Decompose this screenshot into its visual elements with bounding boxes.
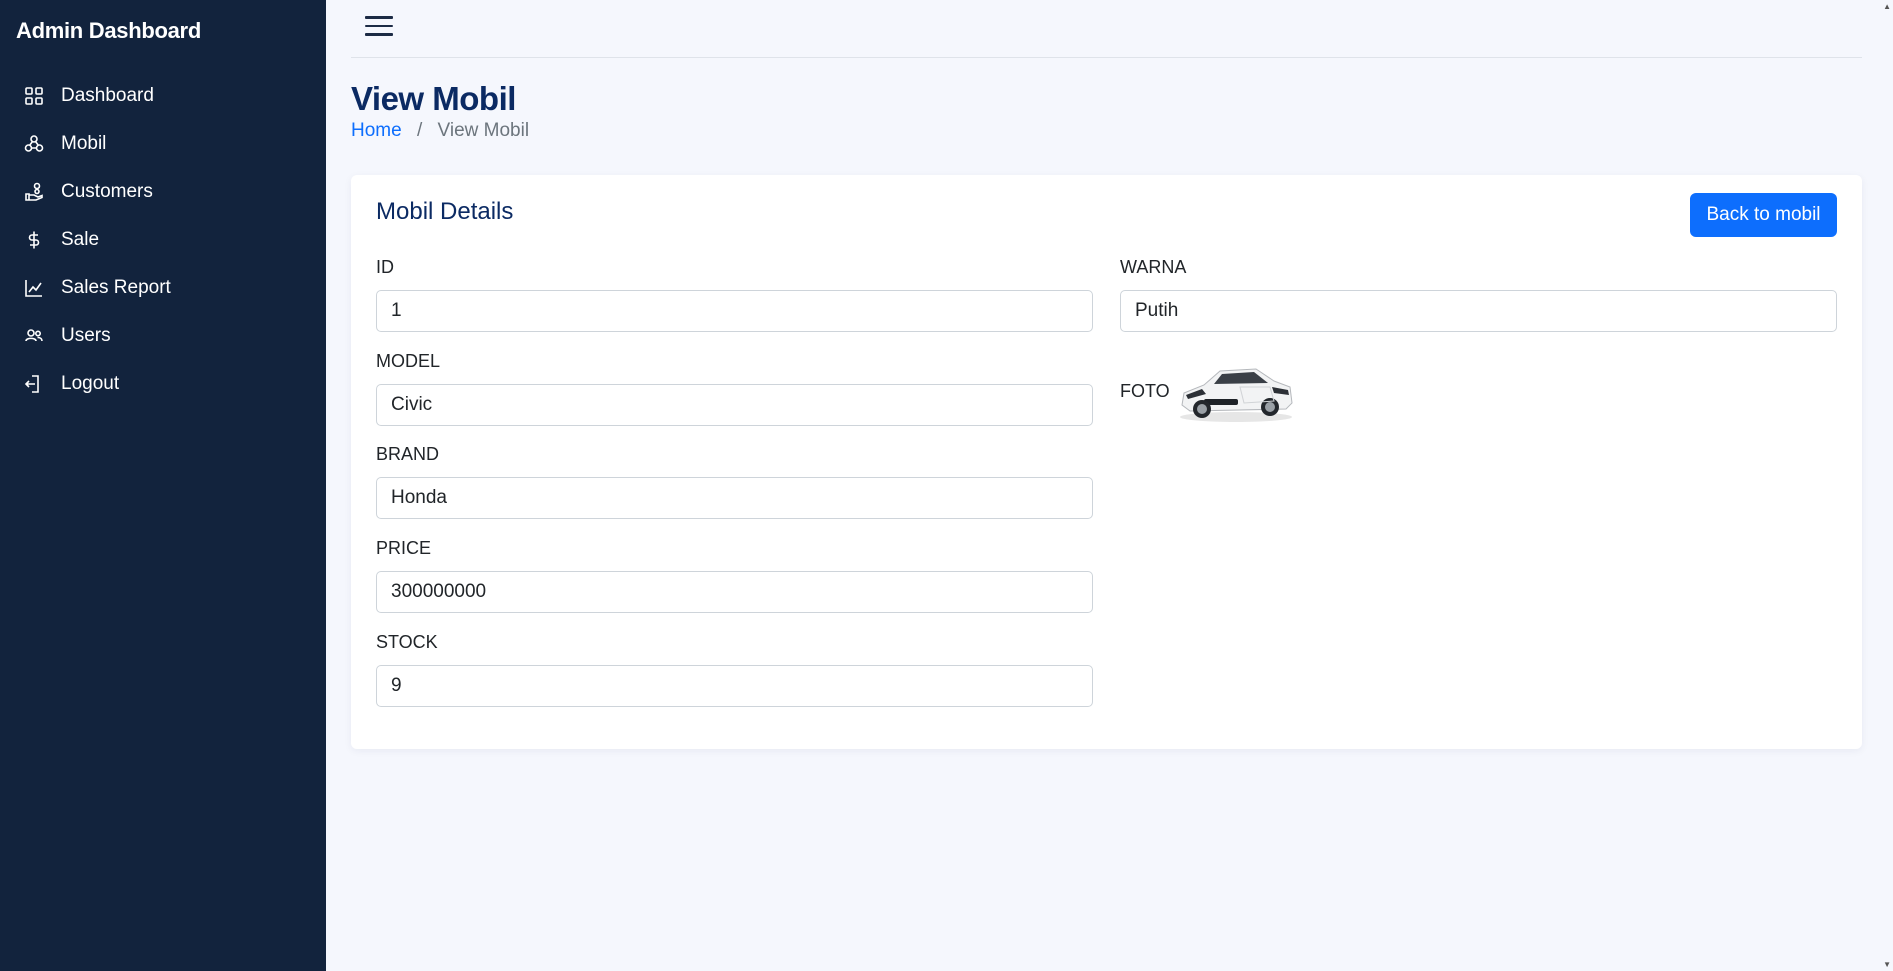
model-label: MODEL <box>376 351 441 371</box>
stock-label: STOCK <box>376 632 438 652</box>
price-field[interactable] <box>376 571 1093 613</box>
card-title: Mobil Details <box>376 198 514 225</box>
sidebar-item-mobil[interactable]: Mobil <box>0 120 326 168</box>
sidebar: Admin Dashboard Dashboard Mobil Customer… <box>0 0 326 971</box>
id-field[interactable] <box>376 290 1093 332</box>
sidebar-item-customers[interactable]: Customers <box>0 168 326 216</box>
brand-label: BRAND <box>376 444 440 464</box>
model-field[interactable] <box>376 384 1093 426</box>
id-label: ID <box>376 257 394 277</box>
topbar <box>351 0 1862 58</box>
sidebar-item-label: Users <box>61 325 111 346</box>
logout-icon <box>24 374 44 394</box>
breadcrumb-current: View Mobil <box>437 120 530 141</box>
sidebar-nav: Dashboard Mobil Customers Sale Sales Rep… <box>0 72 326 408</box>
breadcrumb-home-link[interactable]: Home <box>351 120 402 141</box>
back-to-mobil-button[interactable]: Back to mobil <box>1690 193 1837 237</box>
stock-field[interactable] <box>376 665 1093 707</box>
dollar-icon <box>24 230 44 250</box>
car-photo <box>1173 347 1298 435</box>
sidebar-item-label: Sale <box>61 229 100 250</box>
foto-label: FOTO <box>1120 380 1170 401</box>
scrollbar-up-arrow[interactable]: ▲ <box>1883 2 1891 11</box>
warna-label: WARNA <box>1120 257 1187 277</box>
sidebar-item-dashboard[interactable]: Dashboard <box>0 72 326 120</box>
sidebar-item-sales-report[interactable]: Sales Report <box>0 264 326 312</box>
sidebar-item-label: Dashboard <box>61 85 154 106</box>
sidebar-item-label: Sales Report <box>61 277 171 298</box>
breadcrumb: Home / View Mobil <box>351 120 529 142</box>
price-label: PRICE <box>376 538 432 558</box>
page-title: View Mobil <box>351 80 516 117</box>
grid-icon <box>24 86 44 106</box>
sidebar-item-sale[interactable]: Sale <box>0 216 326 264</box>
brand-field[interactable] <box>376 477 1093 519</box>
users-icon <box>24 326 44 346</box>
warna-field[interactable] <box>1120 290 1837 332</box>
sidebar-item-label: Mobil <box>61 133 107 154</box>
sidebar-item-logout[interactable]: Logout <box>0 360 326 408</box>
hamburger-icon[interactable] <box>365 16 393 38</box>
webhook-icon <box>24 134 44 154</box>
sidebar-item-users[interactable]: Users <box>0 312 326 360</box>
sidebar-item-label: Logout <box>61 373 120 394</box>
mobil-details-card: Mobil Details Back to mobil ID MODEL BRA… <box>351 175 1862 749</box>
line-chart-icon <box>24 278 44 298</box>
brand-title: Admin Dashboard <box>16 18 201 43</box>
scrollbar-down-arrow[interactable]: ▼ <box>1883 960 1891 969</box>
sidebar-item-label: Customers <box>61 181 153 202</box>
foto-group: FOTO <box>1120 347 1298 435</box>
hand-coins-icon <box>24 182 44 202</box>
breadcrumb-separator: / <box>416 120 423 141</box>
